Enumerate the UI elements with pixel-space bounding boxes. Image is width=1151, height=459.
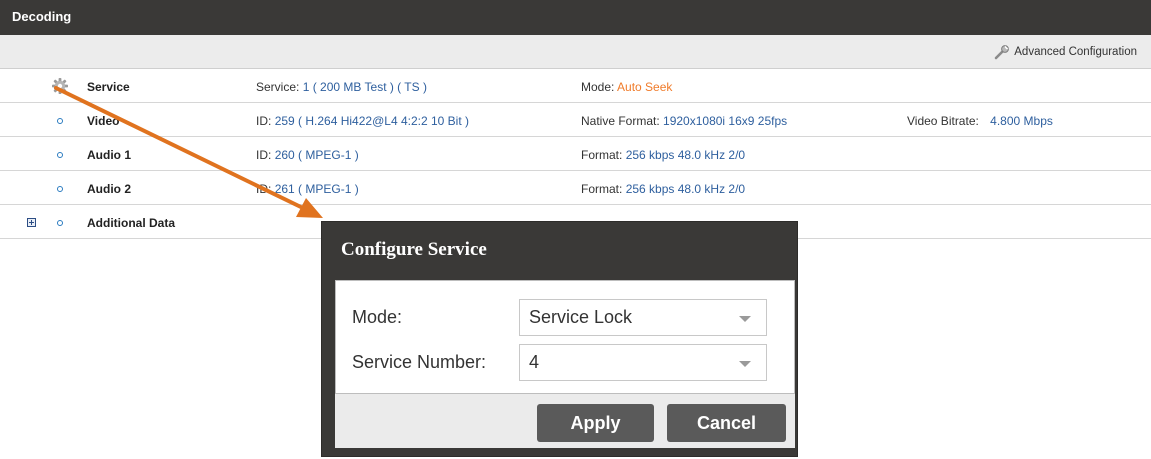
row-name: Audio 2	[87, 182, 131, 196]
row-name: Service	[87, 80, 130, 94]
video-bitrate-value: 4.800 Mbps	[990, 114, 1053, 128]
format-label: Format:	[581, 182, 623, 196]
dialog-footer: Apply Cancel	[335, 394, 795, 448]
audio-1-format-info: Format: 256 kbps 48.0 kHz 2/0	[581, 148, 745, 162]
expand-icon[interactable]	[27, 218, 36, 227]
mode-select[interactable]: Service Lock	[519, 299, 767, 336]
id-value: 260 ( MPEG-1 )	[274, 148, 359, 162]
cancel-button[interactable]: Cancel	[667, 404, 786, 442]
dialog-title: Configure Service	[341, 239, 487, 260]
native-format-value: 1920x1080i 16x9 25fps	[663, 114, 788, 128]
dialog-body: Mode: Service Lock Service Number: 4	[335, 280, 795, 394]
advanced-configuration-label: Advanced Configuration	[1014, 46, 1137, 58]
chevron-down-icon	[739, 316, 751, 322]
video-bitrate-info: Video Bitrate: 4.800 Mbps	[907, 114, 1053, 128]
audio-2-id-info: ID: 261 ( MPEG-1 )	[256, 182, 359, 196]
native-format-info: Native Format: 1920x1080i 16x9 25fps	[581, 114, 787, 128]
bullet-icon	[57, 186, 63, 192]
mode-label: Mode:	[581, 80, 615, 94]
id-label: ID:	[256, 148, 272, 162]
service-info: Service: 1 ( 200 MB Test ) ( TS )	[256, 80, 427, 94]
format-value: 256 kbps 48.0 kHz 2/0	[625, 182, 746, 196]
service-label: Service:	[256, 80, 300, 94]
mode-value: Auto Seek	[617, 80, 673, 94]
mode-field-label: Mode:	[352, 307, 403, 327]
bullet-icon	[57, 152, 63, 158]
video-bitrate-label: Video Bitrate:	[907, 114, 979, 128]
apply-button[interactable]: Apply	[537, 404, 654, 442]
id-value: 259 ( H.264 Hi422@L4 4:2:2 10 Bit )	[274, 114, 469, 128]
row-name: Additional Data	[87, 216, 176, 230]
service-number-select-value: 4	[529, 352, 540, 372]
video-id-info: ID: 259 ( H.264 Hi422@L4 4:2:2 10 Bit )	[256, 114, 469, 128]
audio-2-row: Audio 2 ID: 261 ( MPEG-1 ) Format: 256 k…	[0, 171, 1151, 205]
service-number-field-label: Service Number:	[352, 352, 487, 372]
video-row: Video ID: 259 ( H.264 Hi422@L4 4:2:2 10 …	[0, 103, 1151, 137]
format-value: 256 kbps 48.0 kHz 2/0	[625, 148, 746, 162]
toolbar: Advanced Configuration	[0, 35, 1151, 69]
chevron-down-icon	[739, 361, 751, 367]
panel-header: Decoding	[0, 0, 1151, 35]
service-value: 1 ( 200 MB Test ) ( TS )	[302, 80, 427, 94]
advanced-configuration-button[interactable]: Advanced Configuration	[994, 44, 1137, 60]
configure-service-dialog: Configure Service Mode: Service Lock Ser…	[321, 221, 798, 457]
service-number-select[interactable]: 4	[519, 344, 767, 381]
row-name: Video	[87, 114, 120, 128]
audio-2-format-info: Format: 256 kbps 48.0 kHz 2/0	[581, 182, 745, 196]
audio-1-id-info: ID: 260 ( MPEG-1 )	[256, 148, 359, 162]
id-label: ID:	[256, 114, 272, 128]
audio-1-row: Audio 1 ID: 260 ( MPEG-1 ) Format: 256 k…	[0, 137, 1151, 171]
gear-icon[interactable]	[51, 77, 69, 95]
bullet-icon	[57, 118, 63, 124]
native-format-label: Native Format:	[581, 114, 660, 128]
format-label: Format:	[581, 148, 623, 162]
id-label: ID:	[256, 182, 272, 196]
service-row: Service Service: 1 ( 200 MB Test ) ( TS …	[0, 69, 1151, 103]
mode-info: Mode: Auto Seek	[581, 80, 672, 94]
row-name: Audio 1	[87, 148, 131, 162]
wrench-icon	[994, 45, 1010, 60]
mode-select-value: Service Lock	[529, 307, 633, 327]
bullet-icon	[57, 220, 63, 226]
id-value: 261 ( MPEG-1 )	[274, 182, 359, 196]
panel-title: Decoding	[12, 9, 72, 24]
